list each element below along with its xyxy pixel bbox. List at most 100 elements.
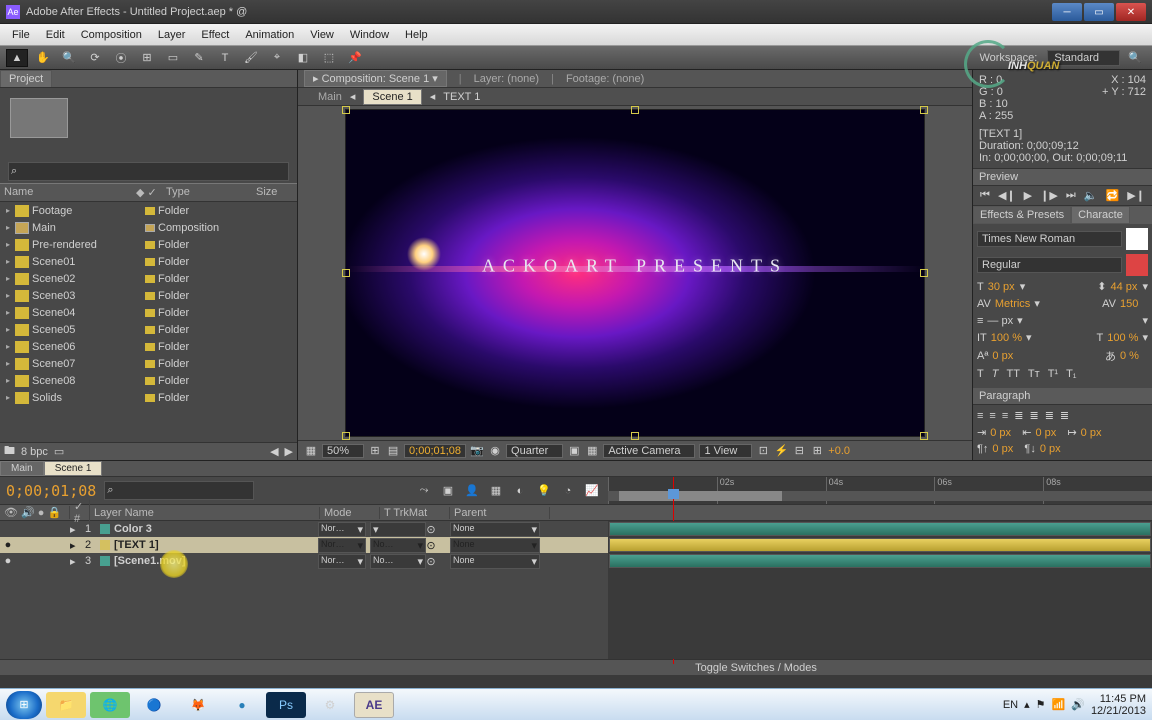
next-frame-icon[interactable]: ❙▶ <box>1040 189 1058 202</box>
timeline-timecode[interactable]: 0;00;01;08 <box>6 482 96 500</box>
taskbar-ae[interactable]: AE <box>354 692 394 718</box>
composition-tab[interactable]: ▸ Composition: Scene 1 ▾ <box>304 70 447 87</box>
menu-animation[interactable]: Animation <box>237 29 302 41</box>
safe-icon[interactable]: ⊞ <box>368 444 382 458</box>
menu-help[interactable]: Help <box>397 29 436 41</box>
project-item[interactable]: ▸SolidsFolder <box>0 389 297 406</box>
project-tab[interactable]: Project <box>0 70 52 87</box>
project-item[interactable]: ▸Scene06Folder <box>0 338 297 355</box>
play-icon[interactable]: ▶ <box>1024 189 1032 202</box>
zoom-dropdown[interactable]: 50% <box>322 444 364 458</box>
flowchart-icon[interactable]: ⊞ <box>810 444 824 458</box>
taskbar-app3[interactable]: ⚙ <box>310 692 350 718</box>
taskbar-chrome[interactable]: 🔵 <box>134 692 174 718</box>
paragraph-tab[interactable]: Paragraph <box>979 390 1030 402</box>
window-maximize[interactable]: ▭ <box>1084 3 1114 21</box>
first-frame-icon[interactable]: ⏮ <box>980 189 990 202</box>
window-close[interactable]: ✕ <box>1116 3 1146 21</box>
superscript[interactable]: T¹ <box>1048 368 1058 380</box>
font-size-value[interactable]: 30 px <box>988 281 1016 293</box>
timeline-layer-row[interactable]: ▸1Color 3Nor…▾▾⊙None▾ <box>0 521 608 537</box>
project-item[interactable]: ▸Scene02Folder <box>0 270 297 287</box>
tool-selection[interactable]: ▲ <box>6 49 28 67</box>
project-item[interactable]: ▸Pre-renderedFolder <box>0 236 297 253</box>
auto-keyframe-icon[interactable]: ◔ <box>558 481 578 501</box>
taskbar-app2[interactable]: ● <box>222 692 262 718</box>
taskbar-ps[interactable]: Ps <box>266 692 306 718</box>
tool-rotate[interactable]: ⟳ <box>84 49 106 67</box>
stroke-color-swatch[interactable] <box>1126 254 1148 276</box>
justify-all[interactable]: ≣ <box>1060 409 1069 422</box>
brainstorm-icon[interactable]: 💡 <box>534 481 554 501</box>
grid-icon[interactable]: ▤ <box>386 444 400 458</box>
footage-tab[interactable]: Footage: (none) <box>566 73 644 85</box>
all-caps[interactable]: TT <box>1006 368 1019 380</box>
tsume-value[interactable]: 0 % <box>1120 350 1148 362</box>
align-left[interactable]: ≡ <box>977 410 983 422</box>
scroll-right-icon[interactable]: ▶ <box>285 445 293 458</box>
project-item[interactable]: ▸MainComposition <box>0 219 297 236</box>
layer-bar-3[interactable] <box>609 554 1151 568</box>
new-folder-icon[interactable]: ▭ <box>54 445 64 458</box>
graph-editor-icon[interactable]: 📈 <box>582 481 602 501</box>
menu-composition[interactable]: Composition <box>73 29 150 41</box>
layer-tab[interactable]: Layer: (none) <box>474 73 539 85</box>
character-tab[interactable]: Characte <box>1071 206 1130 224</box>
views-dropdown[interactable]: 1 View <box>699 444 752 458</box>
menu-layer[interactable]: Layer <box>150 29 194 41</box>
font-style-dropdown[interactable]: Regular <box>977 257 1122 273</box>
effects-presets-tab[interactable]: Effects & Presets <box>973 206 1071 224</box>
bpc-toggle[interactable]: 8 bpc <box>21 446 48 458</box>
justify-right[interactable]: ≣ <box>1045 409 1054 422</box>
project-item[interactable]: ▸Scene03Folder <box>0 287 297 304</box>
tool-puppet[interactable]: 📌 <box>344 49 366 67</box>
menu-file[interactable]: File <box>4 29 38 41</box>
preview-tab[interactable]: Preview <box>979 171 1018 183</box>
motion-blur-icon[interactable]: ◐ <box>510 481 530 501</box>
layer-list[interactable]: ▸1Color 3Nor…▾▾⊙None▾●▸2[TEXT 1]Nor…▾No…… <box>0 521 608 659</box>
justify-center[interactable]: ≣ <box>1029 409 1038 422</box>
menu-edit[interactable]: Edit <box>38 29 73 41</box>
fill-color-swatch[interactable] <box>1126 228 1148 250</box>
search-help-icon[interactable]: 🔍 <box>1124 49 1146 67</box>
tray-volume-icon[interactable]: 🔊 <box>1071 698 1085 711</box>
exposure-value[interactable]: +0.0 <box>828 445 850 457</box>
baseline-value[interactable]: 0 px <box>992 350 1020 362</box>
align-right[interactable]: ≡ <box>1002 410 1008 422</box>
channel-icon[interactable]: ◉ <box>488 444 502 458</box>
justify-left[interactable]: ≣ <box>1014 409 1023 422</box>
vscale-value[interactable]: 100 % <box>991 332 1022 344</box>
mute-icon[interactable]: 🔈 <box>1084 189 1098 202</box>
hscale-value[interactable]: 100 % <box>1107 332 1138 344</box>
tool-roto[interactable]: ⬚ <box>318 49 340 67</box>
fast-preview-icon[interactable]: ⚡ <box>774 444 788 458</box>
tray-up-icon[interactable]: ▴ <box>1024 698 1030 711</box>
project-item[interactable]: ▸Scene04Folder <box>0 304 297 321</box>
project-item[interactable]: ▸Scene08Folder <box>0 372 297 389</box>
align-center[interactable]: ≡ <box>989 410 995 422</box>
tray-clock[interactable]: 11:45 PM 12/21/2013 <box>1091 693 1146 717</box>
leading-value[interactable]: 44 px <box>1110 281 1138 293</box>
crumb-text[interactable]: TEXT 1 <box>443 91 480 103</box>
timeline-search[interactable]: ⌕ <box>104 481 254 500</box>
draft3d-icon[interactable]: ▣ <box>438 481 458 501</box>
timeline-tab-scene[interactable]: Scene 1 <box>44 461 103 476</box>
menu-window[interactable]: Window <box>342 29 397 41</box>
project-list[interactable]: ▸FootageFolder▸MainComposition▸Pre-rende… <box>0 202 297 442</box>
layer-bars[interactable] <box>608 521 1152 659</box>
faux-italic[interactable]: T <box>992 368 999 380</box>
loop-icon[interactable]: 🔁 <box>1106 189 1120 202</box>
taskbar-firefox[interactable]: 🦊 <box>178 692 218 718</box>
work-area-bar[interactable] <box>619 491 782 501</box>
crumb-scene[interactable]: Scene 1 <box>363 89 421 105</box>
subscript[interactable]: T₁ <box>1066 368 1076 380</box>
shy-icon[interactable]: 👤 <box>462 481 482 501</box>
tray-flag-icon[interactable]: ⚑ <box>1036 698 1046 711</box>
ram-preview-icon[interactable]: ▶❙ <box>1127 189 1145 202</box>
alpha-icon[interactable]: ▦ <box>304 444 318 458</box>
tool-camera[interactable]: ⦿ <box>110 49 132 67</box>
small-caps[interactable]: Tᴛ <box>1028 368 1040 380</box>
tool-hand[interactable]: ✋ <box>32 49 54 67</box>
faux-bold[interactable]: T <box>977 368 984 380</box>
layer-bar-1[interactable] <box>609 522 1151 536</box>
